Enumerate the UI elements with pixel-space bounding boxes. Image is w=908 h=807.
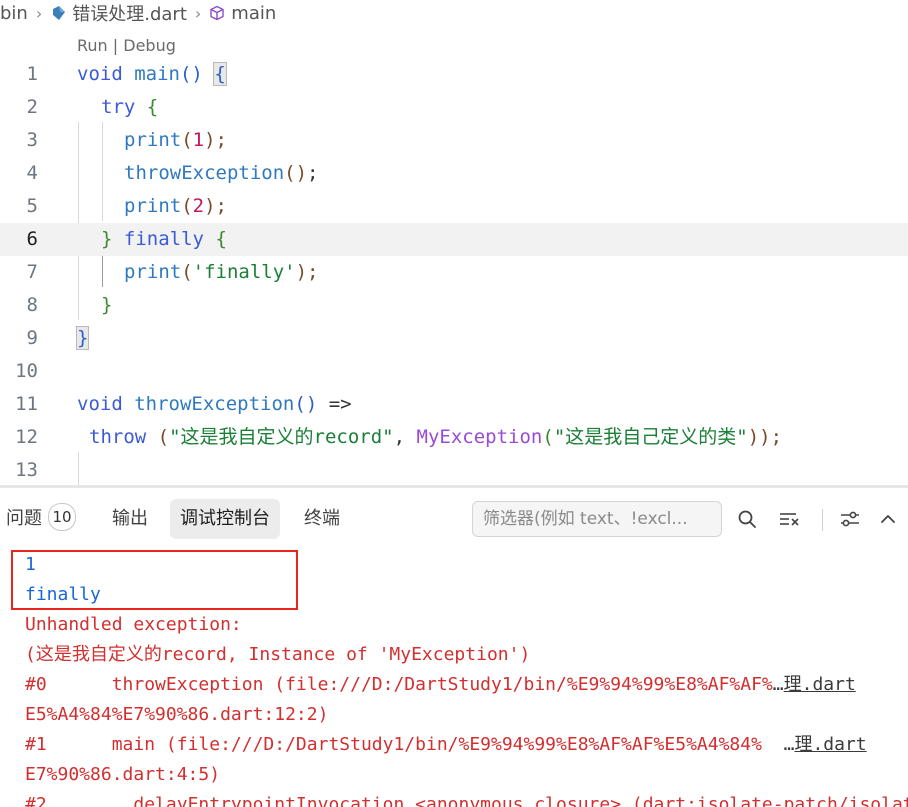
- code-text: void main() {: [77, 62, 227, 86]
- code-line-3: 3 print(1);: [0, 124, 908, 157]
- code-text: } finally {: [101, 228, 227, 250]
- line-number: 10: [15, 360, 38, 382]
- tab-debug-console-label: 调试控制台: [180, 508, 270, 529]
- line-number: 5: [26, 195, 38, 217]
- line-number: 13: [15, 459, 38, 481]
- line-number: 11: [15, 393, 38, 415]
- codelens: Run | Debug: [77, 36, 176, 55]
- breadcrumb-symbol[interactable]: main: [209, 3, 276, 24]
- line-number: 1: [26, 63, 38, 85]
- breadcrumb: bin › 错误处理.dart › main: [0, 0, 908, 26]
- code-text: print(2);: [124, 195, 227, 217]
- stack-frame-id: #0: [25, 674, 47, 695]
- line-number: 3: [26, 129, 38, 151]
- tab-debug-console[interactable]: 调试控制台: [170, 499, 280, 539]
- line-number: 12: [15, 426, 38, 448]
- line-number: 2: [26, 96, 38, 118]
- stack-frame-ellipsis: …: [783, 734, 795, 755]
- code-line-6: 6 } finally {: [0, 223, 908, 256]
- code-text: print(1);: [124, 129, 227, 151]
- code-text: }: [101, 294, 113, 316]
- tab-output[interactable]: 输出: [102, 499, 158, 539]
- code-line-1: 1 void main() {: [0, 58, 908, 91]
- stack-frame-continuation: E7%90%86.dart:4:5): [25, 764, 221, 785]
- code-line-5: 5 print(2);: [0, 190, 908, 223]
- stack-frame-text: main (file:///D:/DartStudy1/bin/%E9%94%9…: [46, 734, 784, 755]
- code-line-7: 7 print('finally');: [0, 256, 908, 289]
- problems-count-badge: 10: [48, 503, 76, 531]
- console-line: finally: [25, 584, 101, 605]
- stack-frame-id: #2: [25, 794, 47, 807]
- code-text: }: [75, 322, 90, 355]
- code-text: throwException();: [124, 162, 319, 184]
- error-header: Unhandled exception:: [25, 614, 242, 635]
- bracket-match: {: [213, 62, 227, 86]
- breadcrumb-symbol-label: main: [231, 2, 277, 24]
- codelens-separator: |: [107, 36, 124, 55]
- filter-input[interactable]: [472, 501, 722, 537]
- breadcrumb-file-label: 错误处理.dart: [72, 4, 187, 25]
- tab-terminal[interactable]: 终端: [294, 499, 350, 539]
- line-number: 4: [26, 162, 38, 184]
- cube-symbol-icon: [210, 5, 224, 21]
- source-link[interactable]: 理.dart: [794, 734, 866, 755]
- debug-console-output[interactable]: 1 finally Unhandled exception: (这是我自定义的r…: [0, 548, 908, 807]
- code-line-9: 9 }: [0, 322, 908, 355]
- run-codelens[interactable]: Run: [77, 36, 108, 55]
- code-line-8: 8 }: [0, 289, 908, 322]
- code-text: throw ("这是我自定义的record", MyException("这是我…: [89, 426, 783, 448]
- source-link[interactable]: 理.dart: [784, 674, 856, 695]
- dart-file-icon: [53, 5, 66, 20]
- stack-frame: #1 main (file:///D:/DartStudy1/bin/%E9%9…: [25, 730, 867, 760]
- toolbar-separator: [822, 509, 823, 531]
- code-line-13: 13: [0, 454, 908, 485]
- panel-tab-bar: 问题 10 输出 调试控制台 终端: [0, 497, 908, 541]
- stack-frame-text: _delayEntrypointInvocation.<anonymous cl…: [122, 794, 908, 807]
- code-line-4: 4 throwException();: [0, 157, 908, 190]
- line-number: 6: [26, 228, 38, 250]
- stack-frame-continuation: E5%A4%84%E7%90%86.dart:12:2): [25, 704, 329, 725]
- tab-terminal-label: 终端: [304, 508, 340, 529]
- tab-output-label: 输出: [112, 508, 148, 529]
- settings-icon[interactable]: [836, 505, 864, 533]
- line-number: 9: [26, 327, 38, 349]
- code-line-2: 2 try {: [0, 91, 908, 124]
- code-line-12: 12 throw ("这是我自定义的record", MyException("…: [0, 421, 908, 454]
- chevron-up-icon[interactable]: [874, 505, 902, 533]
- stack-frame-id: #1: [25, 734, 47, 755]
- clear-console-icon[interactable]: [775, 505, 803, 533]
- chevron-right-icon: ›: [35, 3, 43, 23]
- line-number: 8: [26, 294, 38, 316]
- stack-frame-ellipsis: …: [772, 674, 784, 695]
- code-text: try {: [101, 96, 159, 118]
- code-editor[interactable]: Run | Debug 1 void main() { 2 try { 3 pr…: [0, 30, 908, 485]
- breadcrumb-file[interactable]: 错误处理.dart: [50, 0, 187, 26]
- code-text: void throwException() =>: [77, 393, 352, 415]
- code-line-11: 11 void throwException() =>: [0, 388, 908, 421]
- breadcrumb-folder[interactable]: bin: [0, 3, 28, 24]
- breadcrumb-folder-label: bin: [0, 2, 28, 24]
- line-number: 7: [26, 261, 38, 283]
- tab-problems-label: 问题: [6, 508, 42, 529]
- search-icon[interactable]: [733, 505, 761, 533]
- stack-frame-text: throwException (file:///D:/DartStudy1/bi…: [46, 674, 773, 695]
- stack-frame: #2 _delayEntrypointInvocation.<anonymous…: [25, 790, 908, 807]
- code-line-10: 10: [0, 355, 908, 388]
- code-text: print('finally');: [124, 261, 319, 283]
- panel-divider[interactable]: [0, 485, 908, 488]
- bracket-match: }: [75, 326, 90, 350]
- chevron-right-icon: ›: [194, 3, 202, 23]
- tab-problems[interactable]: 问题 10: [0, 499, 86, 539]
- console-line: 1: [25, 554, 36, 575]
- debug-codelens[interactable]: Debug: [123, 36, 176, 55]
- error-message: (这是我自定义的record, Instance of 'MyException…: [25, 644, 531, 665]
- stack-frame: #0 throwException (file:///D:/DartStudy1…: [25, 670, 856, 700]
